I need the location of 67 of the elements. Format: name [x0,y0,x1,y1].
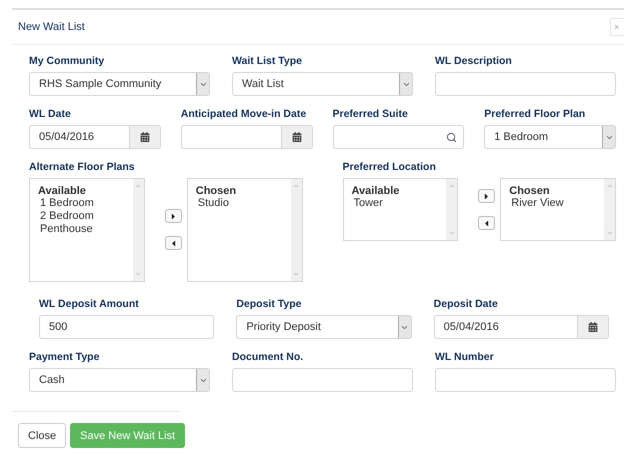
field-label: Payment Type [29,351,100,363]
field-value: Wait List [241,77,285,92]
calendar-icon[interactable] [140,132,150,142]
input-field[interactable] [232,368,413,392]
dropdown[interactable]: Priority Deposit [236,315,412,339]
listbox[interactable]: Available Tower [342,178,458,241]
move-right-button[interactable] [164,209,182,223]
scroll-down-icon[interactable] [292,270,300,278]
move-left-button[interactable] [478,216,496,230]
field-label: WL Description [435,55,513,67]
date-field[interactable]: 05/04/2016 [434,315,609,339]
dropdown[interactable]: 1 Bedroom [484,125,616,149]
field-value: Cash [38,373,66,388]
dropdown[interactable]: RHS Sample Community [29,72,210,96]
field-label: Anticipated Move-in Date [180,108,308,120]
scroll-down-icon[interactable] [134,270,142,278]
close-button[interactable]: Close [18,423,66,448]
field-value: 1 Bedroom [493,130,550,145]
calendar-icon[interactable] [588,322,598,332]
list-item[interactable]: Tower [352,197,438,210]
field-value: 05/04/2016 [442,320,500,335]
input-field[interactable] [435,368,616,392]
input-field[interactable] [435,72,616,96]
field-value: RHS Sample Community [38,77,162,92]
calendar-icon[interactable] [292,132,302,142]
field-label: Deposit Type [236,298,302,310]
listbox[interactable]: Chosen Studio [186,178,302,282]
date-field[interactable] [180,125,312,149]
scroll-up-icon[interactable] [292,182,300,190]
scroll-up-icon[interactable] [134,182,142,190]
date-field[interactable]: 05/04/2016 [29,125,161,149]
field-label: WL Number [435,351,495,363]
list-item[interactable]: Penthouse [38,223,125,236]
listbox[interactable]: Available 1 Bedroom 2 Bedroom Penthouse [29,178,145,282]
listbox[interactable]: Chosen River View [500,178,616,241]
field-label: Deposit Date [434,298,499,310]
field-label: Wait List Type [232,55,304,67]
field-label: Preferred Location [342,161,437,173]
search-icon[interactable] [446,132,458,142]
list-heading: Available [352,185,400,197]
list-item[interactable]: River View [509,197,596,210]
list-item[interactable]: Studio [196,197,282,210]
field-label: My Community [29,55,106,67]
scroll-up-icon[interactable] [606,182,614,190]
move-right-button[interactable] [478,189,496,203]
move-left-button[interactable] [164,236,182,250]
field-label: Document No. [232,351,304,363]
field-label: Preferred Floor Plan [484,108,586,120]
field-label: Alternate Floor Plans [29,161,136,173]
list-item[interactable]: 1 Bedroom [38,197,125,210]
scroll-up-icon[interactable] [448,182,456,190]
scroll-down-icon[interactable] [448,229,456,237]
dropdown[interactable]: Wait List [232,72,413,96]
field-label: WL Deposit Amount [39,298,140,310]
list-heading: Chosen [196,185,238,197]
input-field[interactable]: 500 [39,315,214,339]
list-heading: Chosen [509,185,551,197]
dialog-title: New Wait List [18,21,85,33]
field-label: WL Date [29,108,72,120]
field-value: 05/04/2016 [38,130,96,145]
field-value: Priority Deposit [245,320,322,335]
scroll-down-icon[interactable] [606,229,614,237]
dropdown[interactable]: Cash [29,368,210,392]
field-label: Preferred Suite [332,108,409,120]
lookup-field[interactable] [332,125,464,149]
list-heading: Available [38,185,87,197]
list-item[interactable]: 2 Bedroom [38,210,125,223]
